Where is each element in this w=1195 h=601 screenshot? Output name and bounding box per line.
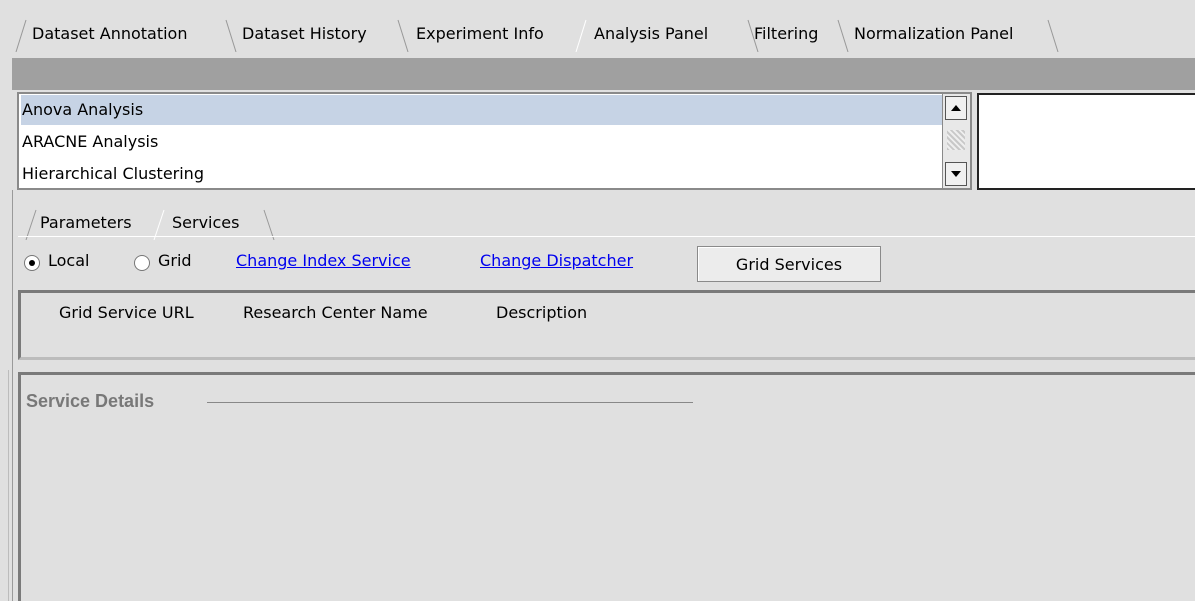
- service-details-title: Service Details: [26, 391, 155, 411]
- tab-services[interactable]: Services: [172, 207, 239, 237]
- subtab-divider: [262, 204, 276, 241]
- scroll-up-button[interactable]: [945, 96, 967, 120]
- tab-filtering[interactable]: Filtering: [754, 18, 818, 48]
- scroll-down-button[interactable]: [945, 162, 967, 186]
- analysis-detail-box: [977, 93, 1195, 190]
- tab-dataset-history[interactable]: Dataset History: [242, 18, 367, 48]
- grid-services-table[interactable]: Grid Service URL Research Center Name De…: [18, 290, 1195, 360]
- top-tab-strip: Dataset Annotation Dataset History Exper…: [0, 0, 1195, 58]
- grid-services-button[interactable]: Grid Services: [697, 246, 881, 282]
- tab-divider: [1046, 16, 1060, 53]
- list-item-anova-analysis[interactable]: Anova Analysis: [21, 95, 946, 125]
- analysis-list-scrollbar[interactable]: [942, 92, 972, 190]
- tab-dataset-annotation[interactable]: Dataset Annotation: [32, 18, 187, 48]
- list-item-aracne-analysis[interactable]: ARACNE Analysis: [21, 127, 946, 157]
- local-radio[interactable]: [24, 255, 40, 271]
- local-radio-label[interactable]: Local: [48, 251, 89, 270]
- panel-header-bar: [12, 58, 1195, 90]
- scroll-thumb[interactable]: [947, 130, 965, 150]
- grid-radio[interactable]: [134, 255, 150, 271]
- tab-divider: [224, 16, 238, 53]
- column-header-description[interactable]: Description: [496, 303, 587, 322]
- service-details-rule: [207, 402, 693, 403]
- tab-divider: [836, 16, 850, 53]
- tab-experiment-info[interactable]: Experiment Info: [416, 18, 544, 48]
- subtab-divider: [152, 204, 166, 241]
- details-outer-border: [8, 370, 9, 601]
- tab-normalization-panel[interactable]: Normalization Panel: [854, 18, 1013, 48]
- subtab-baseline: [18, 236, 1195, 237]
- service-details-panel: Service Details: [18, 372, 1195, 601]
- analysis-list[interactable]: Anova Analysis ARACNE Analysis Hierarchi…: [17, 92, 946, 190]
- list-item-hierarchical-clustering[interactable]: Hierarchical Clustering: [21, 159, 946, 189]
- column-header-research-center-name[interactable]: Research Center Name: [243, 303, 428, 322]
- tab-analysis-panel[interactable]: Analysis Panel: [594, 18, 708, 48]
- tab-divider: [14, 16, 28, 53]
- subtab-divider: [24, 204, 38, 241]
- panel-border: [12, 190, 13, 601]
- column-header-grid-service-url[interactable]: Grid Service URL: [59, 303, 194, 322]
- change-index-service-link[interactable]: Change Index Service: [236, 251, 411, 270]
- arrow-up-icon: [951, 105, 961, 111]
- grid-radio-label[interactable]: Grid: [158, 251, 192, 270]
- tab-divider: [396, 16, 410, 53]
- change-dispatcher-link[interactable]: Change Dispatcher: [480, 251, 633, 270]
- arrow-down-icon: [951, 171, 961, 177]
- tab-divider: [574, 16, 588, 53]
- tab-parameters[interactable]: Parameters: [40, 207, 132, 237]
